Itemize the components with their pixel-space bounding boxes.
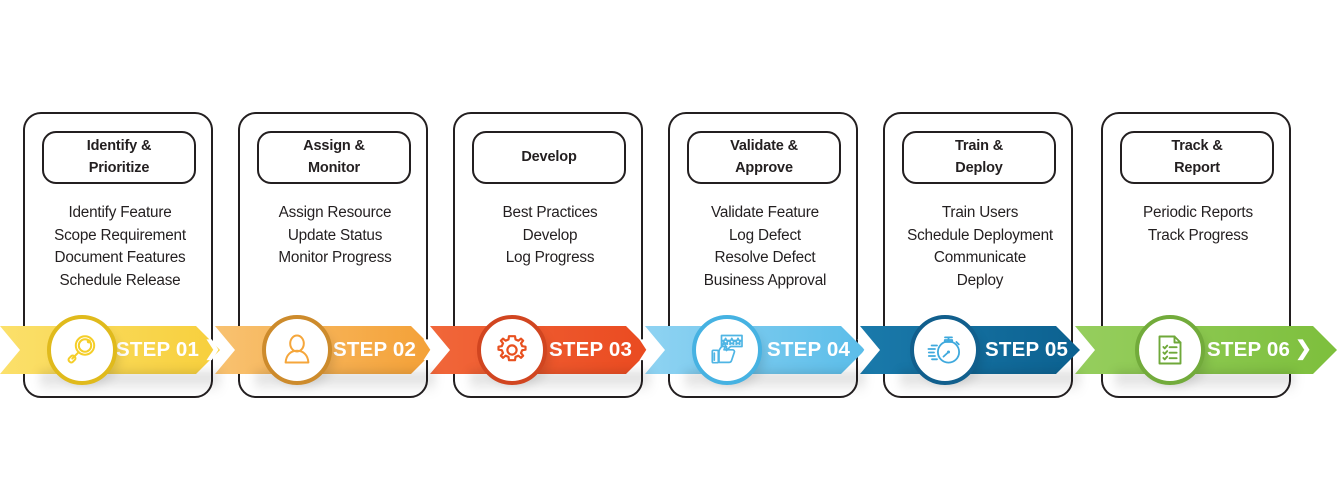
step-bullet: Track Progress xyxy=(1147,226,1249,244)
step-title-box-6: Track & Report xyxy=(1120,131,1274,184)
step-title-line2-5: Deploy xyxy=(955,159,1003,176)
step-label-text-2: STEP 02 xyxy=(333,338,417,361)
step-bullet: Log Defect xyxy=(729,226,801,244)
step-bullet: Communicate xyxy=(933,249,1027,266)
step-title-line2-2: Monitor xyxy=(307,159,361,176)
step-title-box-5: Train & Deploy xyxy=(902,131,1056,184)
step-title-line1-1: Identify & xyxy=(86,138,152,155)
step-icon-circle-2[interactable] xyxy=(262,315,332,385)
step-title-box-1: Identify & Prioritize xyxy=(42,131,196,184)
step-body-4: Validate Feature Log Defect Resolve Defe… xyxy=(674,202,856,292)
step-bullet: Document Features xyxy=(54,249,186,266)
step-bullet: Validate Feature xyxy=(711,204,819,221)
step-label-1: STEP 01 ❯ xyxy=(116,326,221,374)
step-label-3: STEP 03 ❯ xyxy=(549,326,654,374)
step-title-2: Assign & Monitor xyxy=(303,136,365,178)
step-title-1: Identify & Prioritize xyxy=(87,136,152,178)
step-title-line1-6: Track & xyxy=(1171,138,1223,155)
step-label-4: STEP 04 ❯ xyxy=(767,326,872,374)
step-bullet: Assign Resource xyxy=(278,204,392,221)
step-title-6: Track & Report xyxy=(1171,136,1222,178)
step-bullet: Monitor Progress xyxy=(278,249,392,266)
step-bullet: Train Users xyxy=(941,204,1019,221)
magnifier-icon xyxy=(67,335,96,364)
step-title-line1-2: Assign & xyxy=(303,138,365,155)
step-bullet: Identify Feature xyxy=(68,204,172,221)
step-title-4: Validate & Approve xyxy=(730,136,798,178)
step-bullet: Develop xyxy=(522,226,578,244)
step-body-5: Train Users Schedule Deployment Communic… xyxy=(889,202,1071,292)
step-title-line2-1: Prioritize xyxy=(88,159,150,176)
step-bullet: Log Progress xyxy=(505,249,595,266)
step-bullet: Scope Requirement xyxy=(54,226,186,244)
step-label-text-6: STEP 06 xyxy=(1207,338,1291,361)
checklist-document-icon xyxy=(1158,335,1182,365)
step-icon-circle-5[interactable] xyxy=(910,315,980,385)
infographic-canvas: Identify & Prioritize Identify Feature S… xyxy=(0,0,1337,500)
step-label-text-3: STEP 03 xyxy=(549,338,633,361)
step-title-line2-6: Report xyxy=(1174,159,1220,176)
step-bullet: Schedule Release xyxy=(59,271,181,289)
step-title-line2-4: Approve xyxy=(735,159,793,176)
step-label-text-1: STEP 01 xyxy=(116,338,200,361)
step-bullet: Update Status xyxy=(287,226,383,244)
step-title-line1-4: Validate & xyxy=(730,138,798,155)
step-bullet: Best Practices xyxy=(502,204,598,221)
step-title-line1-5: Train & xyxy=(954,138,1004,155)
step-label-text-4: STEP 04 xyxy=(767,338,851,361)
step-label-text-5: STEP 05 xyxy=(985,338,1069,361)
step-body-2: Assign Resource Update Status Monitor Pr… xyxy=(244,202,426,270)
step-body-1: Identify Feature Scope Requirement Docum… xyxy=(29,202,211,292)
step-title-5: Train & Deploy xyxy=(955,136,1003,178)
step-title-line1-3: Develop xyxy=(521,148,577,165)
step-body-3: Best Practices Develop Log Progress xyxy=(459,202,641,270)
stopwatch-icon xyxy=(927,336,961,364)
step-title-box-4: Validate & Approve xyxy=(687,131,841,184)
thumbs-up-rating-icon xyxy=(711,334,743,364)
step-title-box-2: Assign & Monitor xyxy=(257,131,411,184)
step-title-3: Develop xyxy=(521,147,577,168)
step-icon-circle-1[interactable] xyxy=(47,315,117,385)
step-icon-circle-3[interactable] xyxy=(477,315,547,385)
step-cards-layer: Identify & Prioritize Identify Feature S… xyxy=(0,0,1337,500)
step-icon-circle-4[interactable] xyxy=(692,315,762,385)
step-bullet: Deploy xyxy=(956,271,1004,289)
gear-icon xyxy=(497,335,527,362)
step-body-6: Periodic Reports Track Progress xyxy=(1107,202,1289,247)
step-title-box-3: Develop xyxy=(472,131,626,184)
step-bullet: Resolve Defect xyxy=(714,249,816,266)
step-icon-circle-6[interactable] xyxy=(1135,315,1205,385)
step-label-2: STEP 02 ❯ xyxy=(333,326,438,374)
step-label-6: STEP 06 ❯ xyxy=(1207,326,1312,374)
step-bullet: Schedule Deployment xyxy=(907,226,1053,244)
step-bullet: Business Approval xyxy=(703,271,827,289)
step-bullet: Periodic Reports xyxy=(1143,204,1253,221)
user-icon xyxy=(284,334,310,364)
chevron-right-icon: ❯ xyxy=(1295,338,1313,360)
